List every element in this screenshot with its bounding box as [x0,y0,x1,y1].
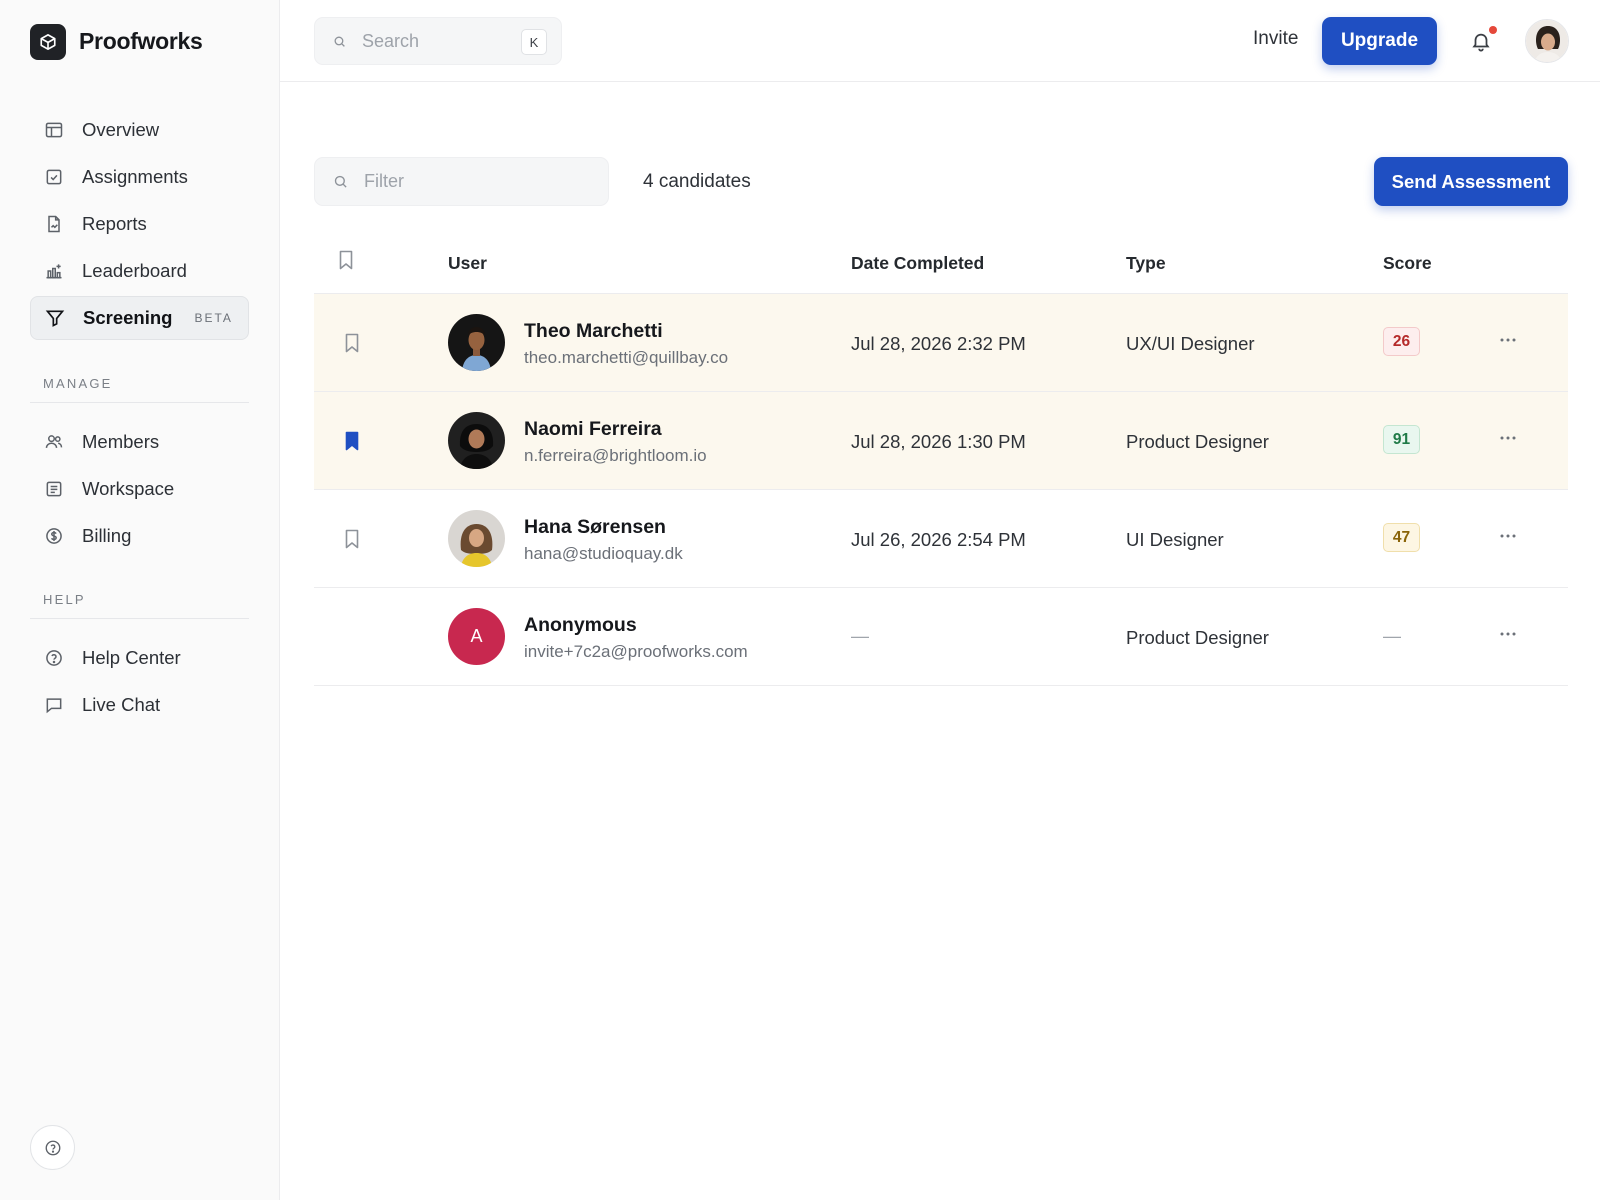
bookmark-icon[interactable] [344,333,360,353]
assessment-type: UI Designer [1126,529,1224,550]
candidates-table: User Date Completed Type Score Theo Marc… [314,230,1568,686]
sidebar-item-label: Members [82,431,160,452]
more-horizontal-icon[interactable] [1496,328,1520,352]
table-row[interactable]: Naomi Ferreira n.ferreira@brightloom.io … [314,392,1568,490]
divider [30,402,249,403]
sidebar-item-billing[interactable]: Billing [30,514,249,558]
notification-dot [1489,26,1497,34]
search-input[interactable] [362,30,502,52]
sidebar-item-label: Reports [82,213,147,234]
bookmark-filled-icon[interactable] [344,431,360,451]
sidebar-item-help-center[interactable]: Help Center [30,636,249,680]
sidebar-item-overview[interactable]: Overview [30,108,249,152]
invite-link[interactable]: Invite [1253,28,1298,50]
sidebar-item-screening[interactable]: Screening BETA [30,296,249,340]
more-horizontal-icon[interactable] [1496,622,1520,646]
user-email: n.ferreira@brightloom.io [524,446,707,465]
sidebar-item-label: Leaderboard [82,260,187,281]
assessment-type: Product Designer [1126,431,1269,452]
sidebar-item-live-chat[interactable]: Live Chat [30,683,249,727]
assessment-type: UX/UI Designer [1126,333,1255,354]
user-email: hana@studioquay.dk [524,544,683,563]
search-icon [334,175,347,188]
score-badge: 26 [1383,327,1420,356]
sidebar-item-label: Overview [82,119,160,140]
user-email: invite+7c2a@proofworks.com [524,642,748,661]
sidebar-item-assignments[interactable]: Assignments [30,155,249,199]
layout-icon [44,120,64,140]
divider [30,618,249,619]
upgrade-button[interactable]: Upgrade [1322,17,1437,65]
bell-icon[interactable] [1470,30,1492,52]
user-name[interactable]: Naomi Ferreira [524,418,662,441]
avatar [448,314,505,371]
user-avatar[interactable] [1525,19,1569,63]
user-name[interactable]: Anonymous [524,614,637,637]
table-row[interactable]: A Anonymous invite+7c2a@proofworks.com —… [314,588,1568,686]
section-label-help: HELP [43,592,86,607]
table-header: User Date Completed Type Score [314,230,1568,294]
sidebar-item-label: Workspace [82,478,175,499]
score-badge: 47 [1383,523,1420,552]
user-email: theo.marchetti@quillbay.co [524,348,729,367]
avatar [448,412,505,469]
cube-logo-icon [30,23,66,60]
main-content: 4 candidates Send Assessment User Date C… [280,82,1600,1200]
candidate-count: 4 candidates [643,171,751,192]
sidebar-item-leaderboard[interactable]: Leaderboard [30,249,249,293]
filter-funnel-icon [45,308,65,328]
sidebar-item-workspace[interactable]: Workspace [30,467,249,511]
sidebar: Proofworks Overview Assignments Reports … [0,0,280,1200]
filter-box[interactable] [314,157,609,206]
column-header-type[interactable]: Type [1126,253,1166,274]
users-icon [44,432,64,452]
score-empty: — [1383,626,1401,646]
sidebar-item-label: Billing [82,525,132,546]
search-box[interactable]: K [314,17,562,65]
date-completed: Jul 28, 2026 2:32 PM [851,333,1026,354]
date-completed: Jul 28, 2026 1:30 PM [851,431,1026,452]
sidebar-item-label: Screening [83,307,173,328]
beta-badge: BETA [194,311,233,325]
table-row[interactable]: Hana Sørensen hana@studioquay.dk Jul 26,… [314,490,1568,588]
question-circle-icon [45,1140,60,1155]
shortcut-key: K [521,29,547,55]
date-completed: Jul 26, 2026 2:54 PM [851,529,1026,550]
avatar [448,510,505,567]
topbar: K Invite Upgrade [280,0,1600,82]
bookmark-icon[interactable] [344,529,360,549]
report-icon [44,214,64,234]
section-label-manage: MANAGE [43,376,113,391]
column-header-date[interactable]: Date Completed [851,253,984,274]
sidebar-item-label: Help Center [82,647,181,668]
checkbox-icon [44,167,64,187]
brand[interactable]: Proofworks [30,23,203,60]
user-name[interactable]: Hana Sørensen [524,516,666,539]
help-button[interactable] [30,1125,75,1170]
user-name[interactable]: Theo Marchetti [524,320,663,343]
sidebar-item-members[interactable]: Members [30,420,249,464]
search-icon [334,36,345,47]
score-badge: 91 [1383,425,1420,454]
column-header-score[interactable]: Score [1383,253,1432,274]
more-horizontal-icon[interactable] [1496,426,1520,450]
dollar-circle-icon [44,526,64,546]
question-circle-icon [44,648,64,668]
send-assessment-button[interactable]: Send Assessment [1374,157,1568,206]
sidebar-item-label: Live Chat [82,694,161,715]
leaderboard-icon [44,261,64,281]
column-header-user[interactable]: User [448,253,487,274]
bookmark-icon[interactable] [338,250,354,270]
date-completed: — [851,626,869,646]
filter-input[interactable] [364,171,504,192]
sidebar-item-reports[interactable]: Reports [30,202,249,246]
sidebar-item-label: Assignments [82,166,188,187]
avatar-initial: A [448,608,505,665]
assessment-type: Product Designer [1126,627,1269,648]
table-row[interactable]: Theo Marchetti theo.marchetti@quillbay.c… [314,294,1568,392]
workspace-icon [44,479,64,499]
brand-name: Proofworks [79,28,203,54]
more-horizontal-icon[interactable] [1496,524,1520,548]
chat-bubble-icon [44,695,64,715]
